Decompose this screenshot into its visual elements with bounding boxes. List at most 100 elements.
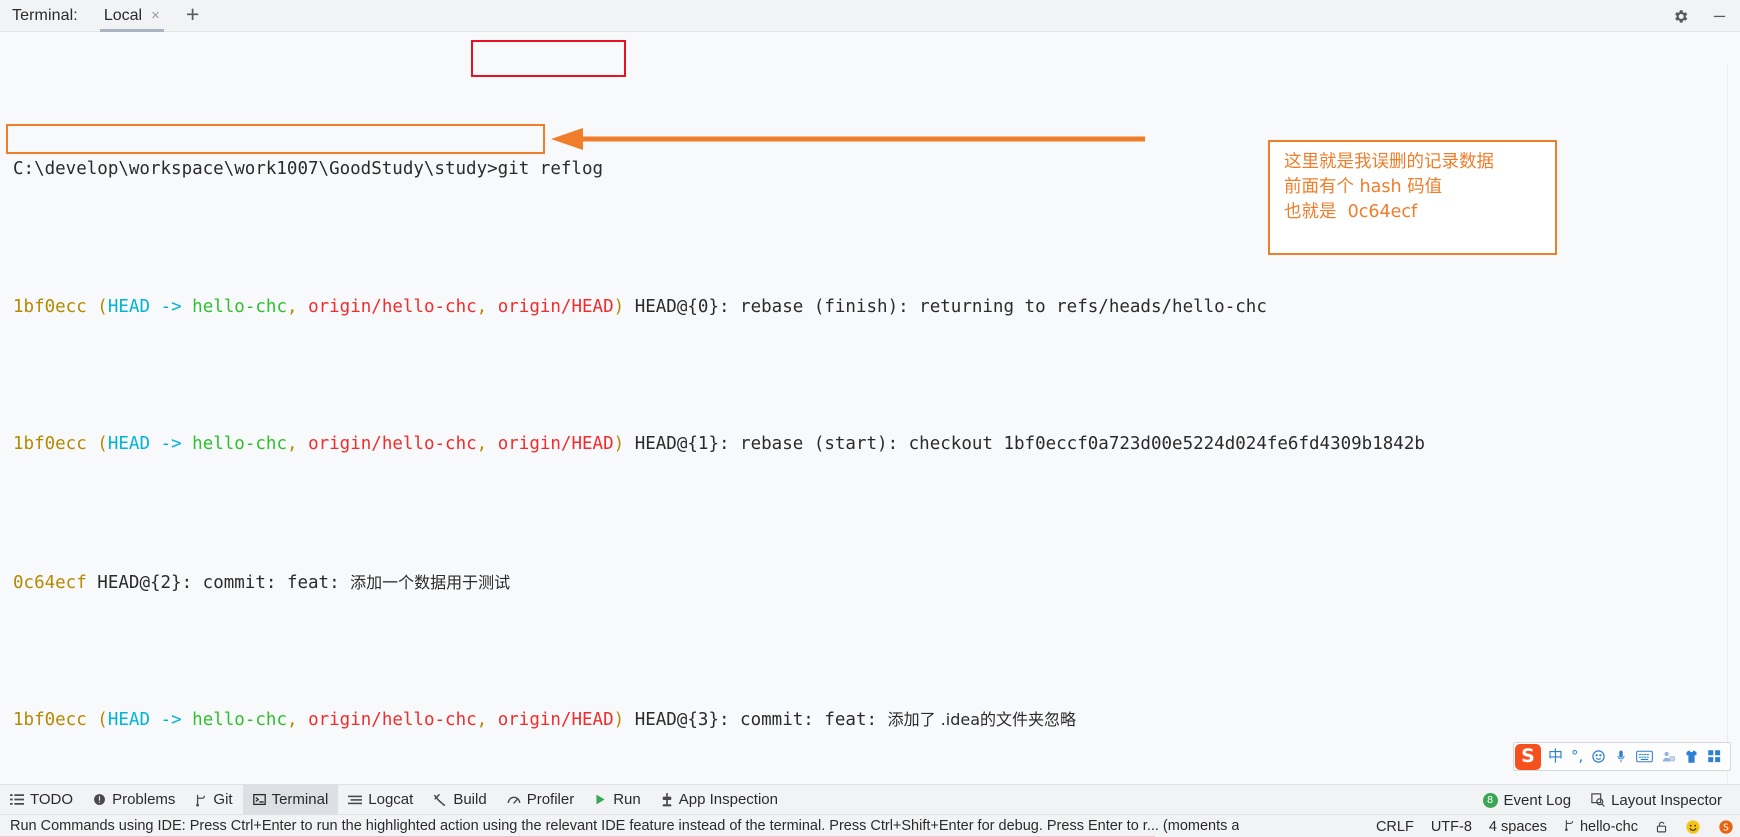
lock-icon[interactable] [1655,820,1668,834]
tool-button-app-inspection[interactable]: App Inspection [651,785,788,815]
status-branch-label: hello-chc [1579,818,1638,835]
tab-local[interactable]: Local × [99,0,164,32]
tool-button-label: Git [213,791,233,808]
microphone-icon[interactable] [1614,749,1628,764]
notification-icon[interactable]: S [1718,819,1734,835]
tool-window-bar: TODO Problems Git Terminal Logcat Build … [0,784,1740,815]
ref-head: HEAD [107,710,150,730]
hammer-icon [433,793,447,807]
status-line-separator[interactable]: CRLF [1376,819,1414,835]
svg-text:S: S [1723,822,1729,833]
ref-sep: , [286,434,309,454]
tool-button-event-log[interactable]: 8 Event Log [1473,785,1582,815]
ime-toolbar[interactable]: S 中 °, [1513,742,1732,771]
tool-button-label: Terminal [271,791,329,808]
layout-inspector-icon [1591,793,1605,807]
ref-remote-head: origin/HEAD [497,434,614,454]
list-icon [10,793,24,806]
apps-grid-icon[interactable] [1707,749,1722,764]
profiler-icon [507,793,521,806]
annotation-line: 这里就是我误删的记录数据 [1284,152,1494,172]
skin-shirt-icon[interactable] [1684,749,1699,764]
ref-remote: origin/hello-chc [308,296,477,317]
problems-icon [93,793,106,806]
ref-remote-head: origin/HEAD [497,296,614,317]
tool-button-problems[interactable]: Problems [83,785,185,815]
ref-open: ( [86,710,108,730]
status-bar: Run Commands using IDE: Press Ctrl+Enter… [0,814,1740,837]
ime-language-toggle[interactable]: 中 [1548,749,1563,764]
git-branch-icon [195,793,207,807]
reflog-text: HEAD@{0}: rebase (finish): returning to … [634,296,1267,317]
gear-icon[interactable] [1672,8,1689,25]
ref-open: ( [86,296,108,317]
ref-close: ) [613,296,635,317]
commit-hash: 0c64ecf [13,572,87,593]
commit-hash: 1bf0ecc [13,296,87,317]
event-log-icon: 8 [1482,792,1498,808]
tool-button-terminal[interactable]: Terminal [242,784,339,815]
ref-head: HEAD [107,296,150,317]
ref-sep: , [286,710,309,730]
ref-branch: hello-chc [192,296,287,317]
ref-sep: , [476,710,498,730]
ref-open: ( [86,434,108,454]
minimize-icon[interactable] [1711,8,1728,25]
annotation-line: 前面有个 hash 码值 [1284,177,1443,197]
ref-arrow: -> [150,296,193,317]
tool-button-logcat[interactable]: Logcat [338,785,423,815]
ref-remote: origin/hello-chc [308,434,477,454]
ref-sep: , [476,296,498,317]
status-branch[interactable]: hello-chc [1564,818,1638,836]
reflog-text: HEAD@{3}: commit: feat: [634,710,888,730]
tool-button-label: Event Log [1503,791,1572,809]
annotation-line: 也就是 0c64ecf [1284,202,1418,222]
user-account-icon[interactable] [1661,749,1676,764]
typed-command: git reflog [497,159,604,179]
run-icon [594,793,607,806]
logcat-icon [348,794,363,806]
tool-button-todo[interactable]: TODO [0,785,83,815]
add-tab-button[interactable]: + [186,2,199,29]
close-icon[interactable]: × [151,8,160,23]
prompt-path: C:\develop\workspace\work1007\GoodStudy\… [13,159,498,179]
commit-hash: 1bf0ecc [13,710,87,730]
reflog-text: HEAD@{1}: rebase (start): checkout 1bf0e… [634,434,1425,454]
status-bar-right: CRLF UTF-8 4 spaces hello-chc S [1376,815,1734,837]
tool-button-label: Profiler [526,791,575,808]
ref-head: HEAD [107,434,150,454]
ref-branch: hello-chc [192,434,287,454]
tool-button-label: Layout Inspector [1611,791,1722,809]
ref-remote: origin/hello-chc [308,710,477,730]
ime-punctuation-toggle[interactable]: °, [1571,749,1583,764]
reflog-text-cjk: 添加了 .idea的文件夹忽略 [887,710,1077,729]
tool-button-label: Problems [112,791,176,808]
tool-button-git[interactable]: Git [185,785,242,815]
ref-branch: hello-chc [192,710,287,730]
terminal-header-actions [1672,0,1728,32]
smiley-icon[interactable] [1685,819,1701,835]
tab-local-label: Local [103,6,143,24]
status-indent[interactable]: 4 spaces [1489,819,1547,835]
emoji-icon[interactable] [1591,749,1606,764]
ref-close: ) [613,434,635,454]
sogou-logo-icon[interactable]: S [1515,743,1541,770]
terminal-tab-header: Terminal: Local × + [0,0,1740,32]
tool-button-build[interactable]: Build [423,785,496,815]
keyboard-icon[interactable] [1636,750,1654,763]
commit-hash: 1bf0ecc [13,434,87,454]
tool-button-label: Logcat [368,791,414,808]
ref-sep: , [476,434,498,454]
tool-button-label: Run [613,791,641,808]
ref-remote-head: origin/HEAD [497,710,614,730]
tool-button-label: TODO [30,791,74,808]
reflog-line: 1bf0ecc (HEAD -> hello-chc, origin/hello… [13,431,1740,459]
tool-button-layout-inspector[interactable]: Layout Inspector [1581,785,1732,815]
tool-button-run[interactable]: Run [584,785,651,815]
annotation-box: 这里就是我误删的记录数据 前面有个 hash 码值 也就是 0c64ecf [1268,140,1557,255]
tool-button-profiler[interactable]: Profiler [497,785,585,815]
reflog-line-highlighted: 0c64ecf HEAD@{2}: commit: feat: 添加一个数据用于… [13,569,1740,597]
tool-window-bar-right: 8 Event Log Layout Inspector [1473,785,1732,815]
status-encoding[interactable]: UTF-8 [1431,819,1472,835]
terminal-scrollbar[interactable] [1727,64,1740,784]
